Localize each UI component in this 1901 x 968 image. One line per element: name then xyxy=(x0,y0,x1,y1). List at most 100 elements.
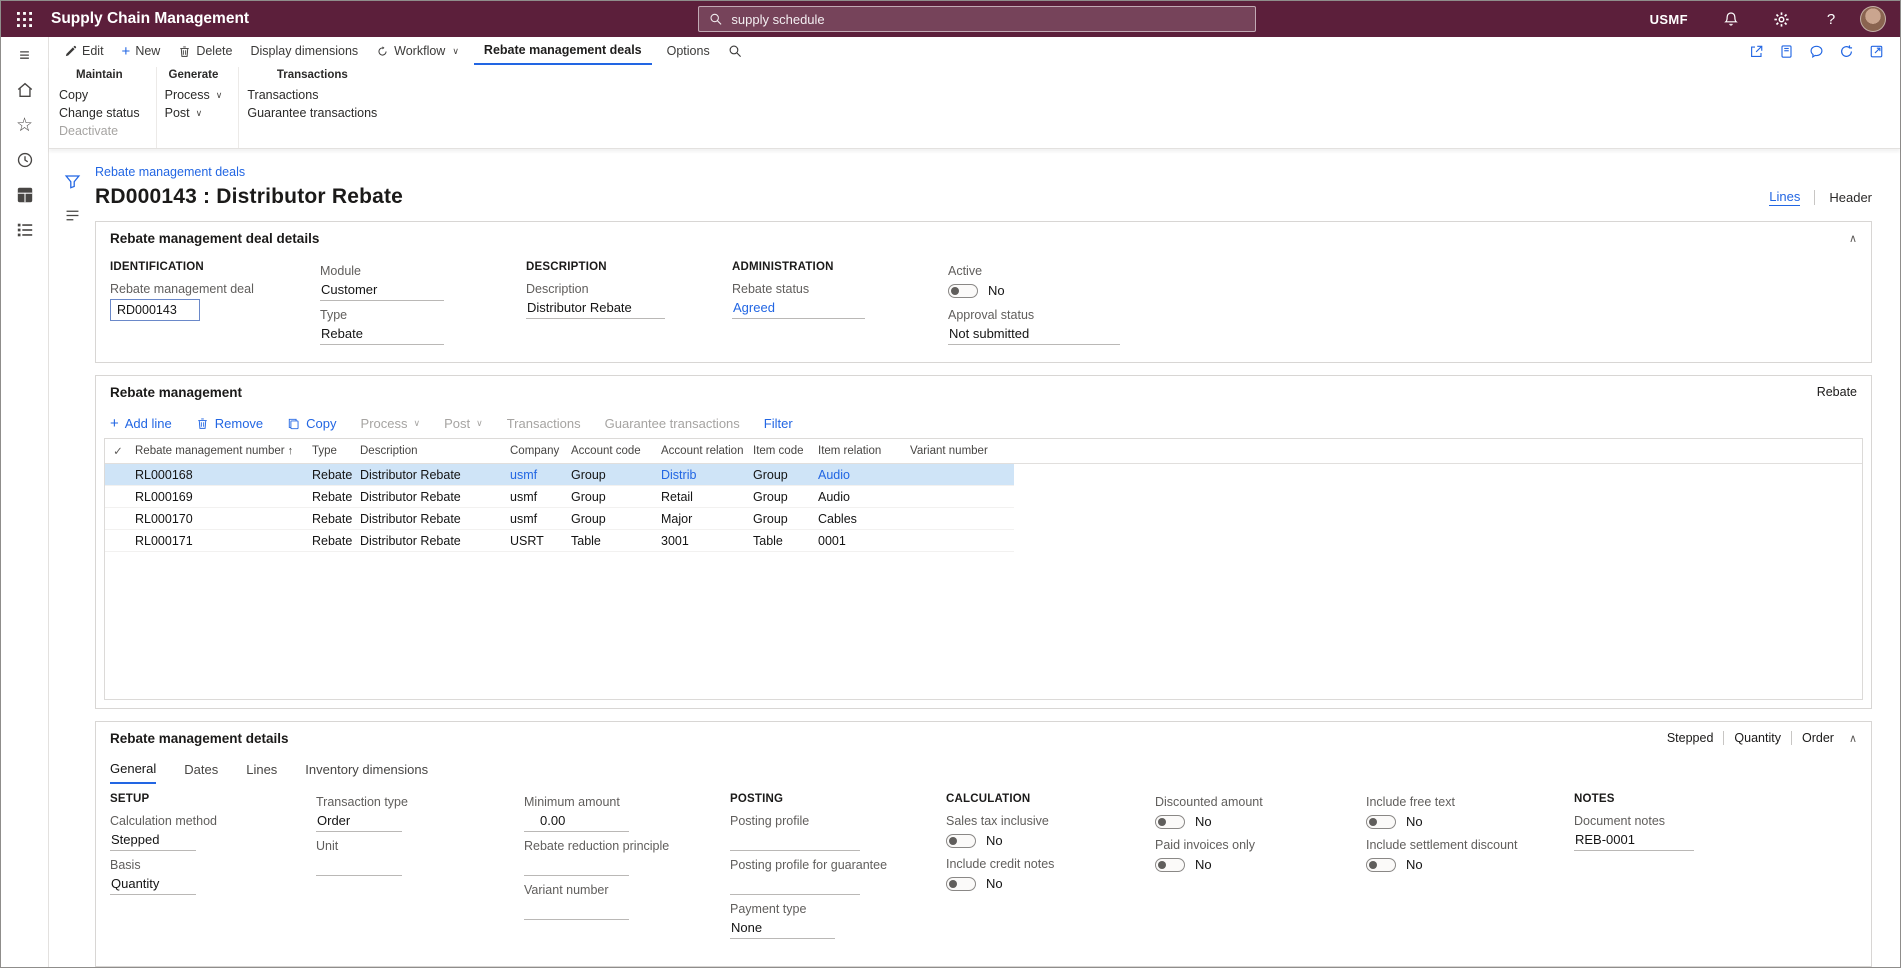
lines-view-button[interactable]: Lines xyxy=(1769,189,1800,206)
cell-account-relation[interactable]: 3001 xyxy=(657,534,749,548)
hamburger-menu-button[interactable]: ≡ xyxy=(12,42,38,68)
sales-tax-inclusive-toggle[interactable]: No xyxy=(946,831,1155,851)
cell-account-relation[interactable]: Major xyxy=(657,512,749,526)
action-pane-search-button[interactable] xyxy=(719,37,751,65)
column-header-account-code[interactable]: Account code xyxy=(567,445,657,457)
cell-item-relation[interactable]: Audio xyxy=(814,468,906,482)
modules-button[interactable] xyxy=(12,182,38,208)
rebate-management-deal-input[interactable] xyxy=(110,299,200,321)
open-in-new-window-button[interactable] xyxy=(1869,44,1884,59)
global-search[interactable] xyxy=(698,6,1256,32)
table-row[interactable]: RL000169 Rebate Distributor Rebate usmf … xyxy=(105,486,1014,508)
header-view-button[interactable]: Header xyxy=(1829,190,1872,205)
company-picker[interactable]: USMF xyxy=(1632,1,1706,37)
payment-type-field[interactable]: None xyxy=(730,919,835,939)
tab-lines[interactable]: Lines xyxy=(246,754,277,784)
cell-account-relation[interactable]: Distrib xyxy=(657,468,749,482)
post-menu-button[interactable]: Post∨ xyxy=(165,106,223,120)
global-search-input[interactable] xyxy=(731,12,1245,27)
help-button[interactable]: ? xyxy=(1806,1,1856,37)
variant-number-field[interactable] xyxy=(524,900,629,920)
chevron-up-icon[interactable]: ∧ xyxy=(1849,232,1857,245)
column-header-number[interactable]: Rebate management number↑ xyxy=(131,445,308,457)
include-free-text-toggle[interactable]: No xyxy=(1366,812,1574,832)
unit-field[interactable] xyxy=(316,856,402,876)
document-notes-field[interactable]: REB-0001 xyxy=(1574,831,1694,851)
rebate-reduction-principle-field[interactable] xyxy=(524,856,629,876)
cell-account-relation[interactable]: Retail xyxy=(657,490,749,504)
favorites-button[interactable]: ☆ xyxy=(12,112,38,138)
rebate-details-fasttab-header[interactable]: Rebate management details Stepped Quanti… xyxy=(96,722,1871,754)
tab-options[interactable]: Options xyxy=(658,37,719,65)
table-row[interactable]: RL000168 Rebate Distributor Rebate usmf … xyxy=(105,464,1014,486)
posting-profile-guarantee-field[interactable] xyxy=(730,875,860,895)
rebate-management-fasttab-header[interactable]: Rebate management Rebate xyxy=(96,376,1871,408)
transaction-type-field[interactable]: Order xyxy=(316,812,402,832)
column-header-description[interactable]: Description xyxy=(356,445,506,457)
home-button[interactable] xyxy=(12,77,38,103)
filter-pane-button[interactable] xyxy=(64,173,81,190)
cell-item-relation[interactable]: 0001 xyxy=(814,534,906,548)
module-field[interactable]: Customer xyxy=(320,281,444,301)
tab-dates[interactable]: Dates xyxy=(184,754,218,784)
column-header-item-code[interactable]: Item code xyxy=(749,445,814,457)
share-button[interactable] xyxy=(1749,44,1764,59)
cell-company[interactable]: usmf xyxy=(506,512,567,526)
process-menu-button[interactable]: Process∨ xyxy=(165,88,223,102)
cell-company[interactable]: usmf xyxy=(506,468,567,482)
workflow-button[interactable]: Workflow ∨ xyxy=(367,37,468,65)
active-toggle[interactable]: No xyxy=(948,281,1857,301)
remove-line-button[interactable]: Remove xyxy=(196,416,263,431)
edit-button[interactable]: Edit xyxy=(55,37,113,65)
include-credit-notes-toggle[interactable]: No xyxy=(946,874,1155,894)
user-avatar[interactable] xyxy=(1860,6,1886,32)
discounted-amount-toggle[interactable]: No xyxy=(1155,812,1366,832)
select-all-checkbox[interactable]: ✓ xyxy=(105,444,131,458)
copy-deal-button[interactable]: Copy xyxy=(59,88,140,102)
cell-item-relation[interactable]: Audio xyxy=(814,490,906,504)
table-row[interactable]: RL000170 Rebate Distributor Rebate usmf … xyxy=(105,508,1014,530)
column-header-variant-number[interactable]: Variant number xyxy=(906,445,1014,457)
cell-item-relation[interactable]: Cables xyxy=(814,512,906,526)
description-field[interactable]: Distributor Rebate xyxy=(526,299,665,319)
column-header-account-relation[interactable]: Account relation xyxy=(657,445,749,457)
column-header-company[interactable]: Company xyxy=(506,445,567,457)
guarantee-transactions-button[interactable]: Guarantee transactions xyxy=(247,106,377,120)
rebate-status-field[interactable]: Agreed xyxy=(732,299,865,319)
recent-button[interactable] xyxy=(12,147,38,173)
table-row[interactable]: RL000171 Rebate Distributor Rebate USRT … xyxy=(105,530,1014,552)
display-dimensions-button[interactable]: Display dimensions xyxy=(241,37,367,65)
chevron-up-icon[interactable]: ∧ xyxy=(1849,732,1857,745)
task-guide-button[interactable] xyxy=(1779,44,1794,59)
add-line-button[interactable]: + Add line xyxy=(110,416,172,431)
app-title[interactable]: Supply Chain Management xyxy=(51,10,249,28)
cell-company[interactable]: USRT xyxy=(506,534,567,548)
app-launcher-button[interactable] xyxy=(1,1,47,37)
open-list-pane-button[interactable] xyxy=(64,207,81,224)
delete-button[interactable]: Delete xyxy=(169,37,241,65)
new-button[interactable]: + New xyxy=(113,37,170,65)
paid-invoices-only-toggle[interactable]: No xyxy=(1155,855,1366,875)
posting-profile-field[interactable] xyxy=(730,831,860,851)
tab-rebate-management-deals[interactable]: Rebate management deals xyxy=(474,37,652,65)
copy-line-button[interactable]: Copy xyxy=(287,416,336,431)
notifications-button[interactable] xyxy=(1706,1,1756,37)
column-header-item-relation[interactable]: Item relation xyxy=(814,445,906,457)
copilot-button[interactable] xyxy=(1809,44,1824,59)
minimum-amount-field[interactable]: 0.00 xyxy=(524,812,629,832)
settings-button[interactable] xyxy=(1756,1,1806,37)
basis-field[interactable]: Quantity xyxy=(110,875,196,895)
calculation-method-field[interactable]: Stepped xyxy=(110,831,196,851)
workspaces-button[interactable] xyxy=(12,217,38,243)
transactions-button[interactable]: Transactions xyxy=(247,88,377,102)
deal-details-fasttab-header[interactable]: Rebate management deal details ∧ xyxy=(96,222,1871,254)
change-status-button[interactable]: Change status xyxy=(59,106,140,120)
type-field[interactable]: Rebate xyxy=(320,325,444,345)
filter-button[interactable]: Filter xyxy=(764,416,793,431)
cell-company[interactable]: usmf xyxy=(506,490,567,504)
tab-general[interactable]: General xyxy=(110,754,156,784)
column-header-type[interactable]: Type xyxy=(308,445,356,457)
tab-inventory-dimensions[interactable]: Inventory dimensions xyxy=(305,754,428,784)
refresh-button[interactable] xyxy=(1839,44,1854,59)
breadcrumb[interactable]: Rebate management deals xyxy=(95,165,245,179)
